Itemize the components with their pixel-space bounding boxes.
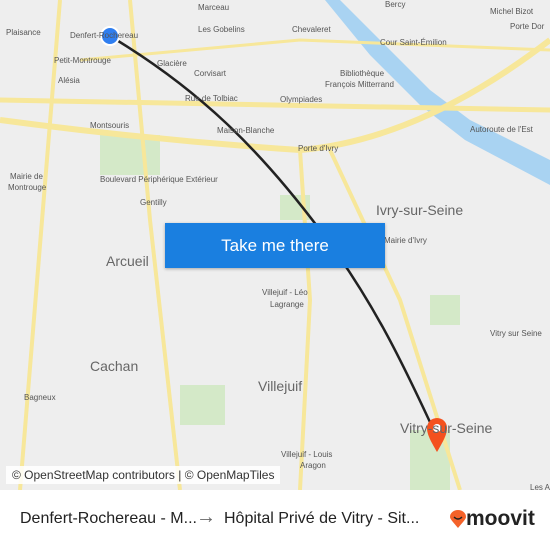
map-label: Glacière — [157, 59, 187, 68]
map-label: Petit-Montrouge — [54, 56, 111, 65]
map-label: Lagrange — [270, 300, 304, 309]
map-label: Porte Dor — [510, 22, 545, 31]
map[interactable]: Marceau Plaisance Denfert-Rochereau Les Gob… — [0, 0, 550, 490]
map-label: Montrouge — [8, 183, 47, 192]
map-label: Vitry-sur-Seine — [400, 420, 493, 436]
origin-name: Denfert-Rochereau - M... — [20, 510, 197, 527]
map-attribution[interactable]: © OpenStreetMap contributors | © OpenMap… — [6, 466, 281, 484]
map-label: Ivry-sur-Seine — [376, 202, 464, 218]
map-label: Montsouris — [90, 121, 130, 130]
map-label: Olympiades — [280, 95, 323, 104]
map-label: Alésia — [58, 76, 80, 85]
map-label: Vitry sur Seine — [490, 329, 542, 338]
map-label: Bibliothèque — [340, 69, 385, 78]
map-label: Porte d'Ivry — [298, 144, 339, 153]
moovit-pin-icon — [450, 510, 466, 528]
map-label: Boulevard Périphérique Extérieur — [100, 175, 218, 184]
map-label: Les A — [530, 483, 550, 490]
map-label: Rue de Tolbiac — [185, 94, 238, 103]
map-label: Autoroute de l'Est — [470, 125, 533, 134]
map-label: Corvisart — [194, 69, 227, 78]
arrow-right-icon: → — [196, 506, 216, 528]
take-me-there-button[interactable]: Take me there — [165, 223, 385, 268]
map-label: François Mitterrand — [325, 80, 394, 89]
map-label: Chevaleret — [292, 25, 331, 34]
map-label: Maison-Blanche — [217, 126, 275, 135]
map-label: Villejuif - Louis — [281, 450, 333, 459]
map-label: Michel Bizot — [490, 7, 534, 16]
map-label: Mairie de — [10, 172, 43, 181]
map-label: Cachan — [90, 358, 139, 374]
map-label: Bercy — [385, 0, 406, 9]
map-label: Marceau — [198, 3, 230, 12]
footer: Denfert-Rochereau - M... → Hôpital Privé… — [0, 490, 550, 550]
map-label: Aragon — [300, 461, 326, 470]
map-label: Cour Saint-Émilion — [380, 38, 447, 47]
map-label: Bagneux — [24, 393, 56, 402]
destination-name: Hôpital Privé de Vitry - Sit... — [224, 510, 420, 527]
map-label: Villejuif — [258, 378, 303, 394]
map-label: Villejuif - Léo — [262, 288, 308, 297]
map-label: Denfert-Rochereau — [70, 31, 139, 40]
map-label: Les Gobelins — [198, 25, 245, 34]
moovit-logo: moovit — [450, 507, 535, 531]
map-label: Mairie d'Ivry — [384, 236, 427, 245]
map-label: Arcueil — [106, 253, 149, 269]
map-label: Gentilly — [140, 198, 167, 207]
map-label: Plaisance — [6, 28, 41, 37]
